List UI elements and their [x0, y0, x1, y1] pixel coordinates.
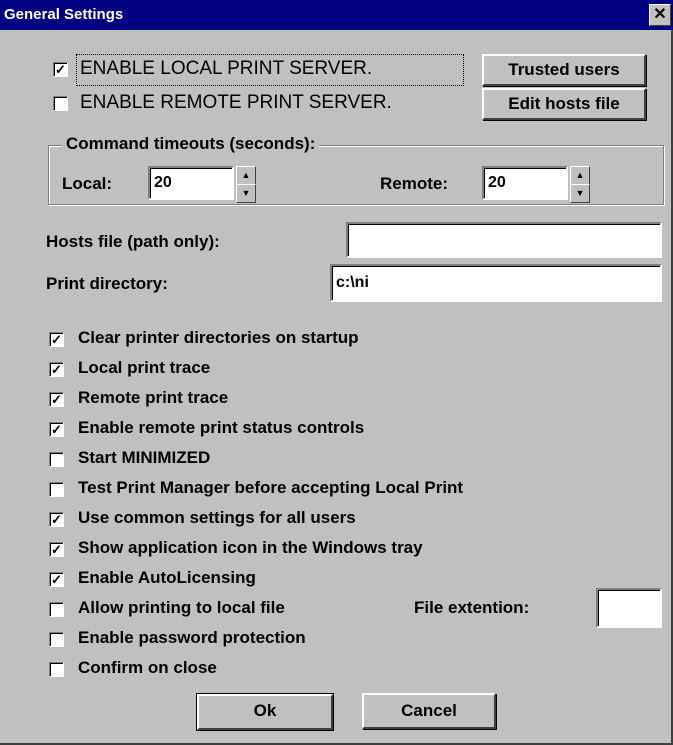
window-title: General Settings [4, 6, 124, 23]
option-label: Start MINIMIZED [78, 448, 211, 467]
option-label: Local print trace [78, 358, 211, 377]
local-timeout-input[interactable]: 20 [148, 166, 234, 200]
spin-up-icon[interactable]: ▲ [570, 166, 590, 185]
option-label: Enable remote print status controls [78, 418, 365, 437]
file-extension-input[interactable] [596, 588, 662, 628]
remote-timeout-spinner[interactable]: ▲ ▼ [570, 166, 590, 203]
check-mark-icon: ✓ [51, 512, 62, 527]
check-mark-icon: ✓ [55, 62, 66, 77]
option-label: Test Print Manager before accepting Loca… [78, 478, 464, 497]
option-label: Enable password protection [78, 628, 306, 647]
spin-up-icon[interactable]: ▲ [236, 166, 256, 185]
settings-window: General Settings ✕ ✓ ENABLE LOCAL PRINT … [0, 0, 673, 745]
option-label: Use common settings for all users [78, 508, 356, 527]
option-label: Enable AutoLicensing [78, 568, 256, 587]
option-checkbox[interactable]: ✓ [49, 512, 64, 527]
local-server-label: ENABLE LOCAL PRINT SERVER. [80, 58, 373, 79]
check-mark-icon: ✓ [51, 332, 62, 347]
hosts-file-label: Hosts file (path only): [46, 232, 220, 251]
title-bar: General Settings ✕ [0, 0, 673, 30]
remote-server-label: ENABLE REMOTE PRINT SERVER. [80, 92, 392, 113]
print-directory-label: Print directory: [46, 274, 168, 293]
spin-down-icon[interactable]: ▼ [236, 184, 256, 203]
check-mark-icon: ✓ [51, 542, 62, 557]
file-extension-label: File extention: [414, 598, 530, 617]
option-checkbox[interactable] [49, 602, 64, 617]
ok-button-label: Ok [197, 694, 333, 730]
timeouts-legend: Command timeouts (seconds): [62, 134, 320, 154]
local-server-checkbox[interactable]: ✓ [53, 62, 68, 77]
option-checkbox[interactable]: ✓ [49, 572, 64, 587]
cancel-button[interactable]: Cancel [362, 693, 496, 729]
ok-button[interactable]: Ok [196, 693, 334, 731]
remote-server-checkbox[interactable] [53, 96, 68, 111]
trusted-users-button[interactable]: Trusted users [482, 54, 646, 86]
check-mark-icon: ✓ [51, 392, 62, 407]
check-mark-icon: ✓ [51, 362, 62, 377]
check-mark-icon: ✓ [51, 572, 62, 587]
spin-down-icon[interactable]: ▼ [570, 184, 590, 203]
close-icon[interactable]: ✕ [649, 4, 671, 26]
hosts-file-input[interactable] [346, 222, 662, 258]
option-label: Remote print trace [78, 388, 229, 407]
option-checkbox[interactable] [49, 452, 64, 467]
option-checkbox[interactable]: ✓ [49, 362, 64, 377]
option-checkbox[interactable] [49, 662, 64, 677]
local-timeout-spinner[interactable]: ▲ ▼ [236, 166, 256, 203]
remote-timeout-input[interactable]: 20 [482, 166, 568, 200]
option-label: Confirm on close [78, 658, 217, 677]
option-checkbox[interactable]: ✓ [49, 542, 64, 557]
local-timeout-label: Local: [62, 174, 113, 193]
option-checkbox[interactable] [49, 482, 64, 497]
option-label: Clear printer directories on startup [78, 328, 359, 347]
option-checkbox[interactable]: ✓ [49, 422, 64, 437]
option-checkbox[interactable] [49, 632, 64, 647]
option-checkbox[interactable]: ✓ [49, 392, 64, 407]
edit-hosts-button[interactable]: Edit hosts file [482, 88, 646, 120]
option-checkbox[interactable]: ✓ [49, 332, 64, 347]
print-directory-input[interactable]: c:\ni [330, 264, 662, 302]
check-mark-icon: ✓ [51, 422, 62, 437]
option-label: Show application icon in the Windows tra… [78, 538, 423, 557]
remote-timeout-label: Remote: [380, 174, 449, 193]
option-label: Allow printing to local file [78, 598, 285, 617]
